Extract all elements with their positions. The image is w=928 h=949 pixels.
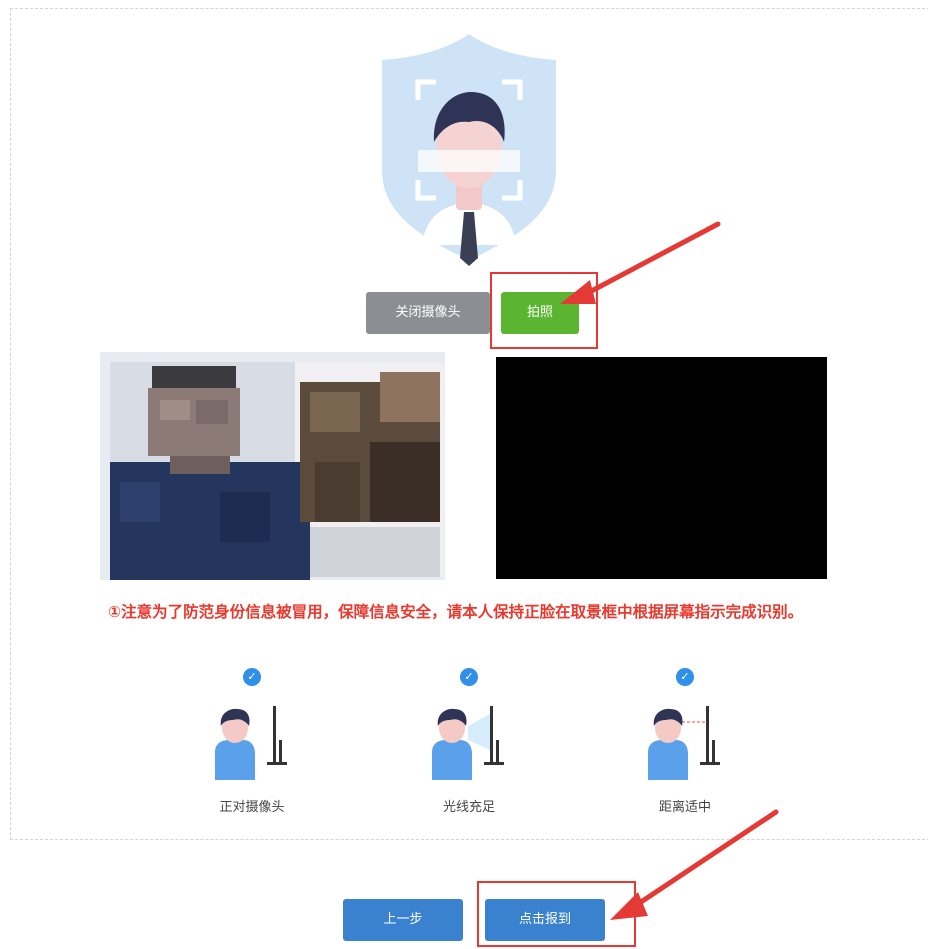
close-camera-button[interactable]: 关闭摄像头 xyxy=(366,292,490,334)
good-lighting-icon xyxy=(432,706,504,780)
previous-step-button[interactable]: 上一步 xyxy=(343,899,463,941)
tip-label: 距离适中 xyxy=(658,800,711,815)
proper-distance-icon xyxy=(648,706,720,780)
security-notice: ①注意为了防范身份信息被冒用，保障信息安全，请本人保持正脸在取景框中根据屏幕指示… xyxy=(108,603,804,621)
tip-proper-distance: ✓ 距离适中 xyxy=(610,665,760,815)
tip-label: 光线充足 xyxy=(442,800,495,815)
camera-preview xyxy=(496,357,827,579)
face-recognition-illustration xyxy=(374,30,564,270)
tip-face-camera: ✓ 正对摄像头 xyxy=(177,665,327,815)
tip-label: 正对摄像头 xyxy=(219,800,285,815)
highlight-box-take-photo xyxy=(490,272,598,349)
check-icon: ✓ xyxy=(676,668,694,686)
check-icon: ✓ xyxy=(460,668,478,686)
tip-good-lighting: ✓ 光线充足 xyxy=(394,665,544,815)
captured-photo xyxy=(100,352,445,580)
face-camera-icon xyxy=(215,706,287,780)
capture-tips: ✓ 正对摄像头 ✓ 光线充足 ✓ 距离适中 xyxy=(0,665,928,815)
check-icon: ✓ xyxy=(243,668,261,686)
highlight-box-check-in xyxy=(477,881,636,947)
